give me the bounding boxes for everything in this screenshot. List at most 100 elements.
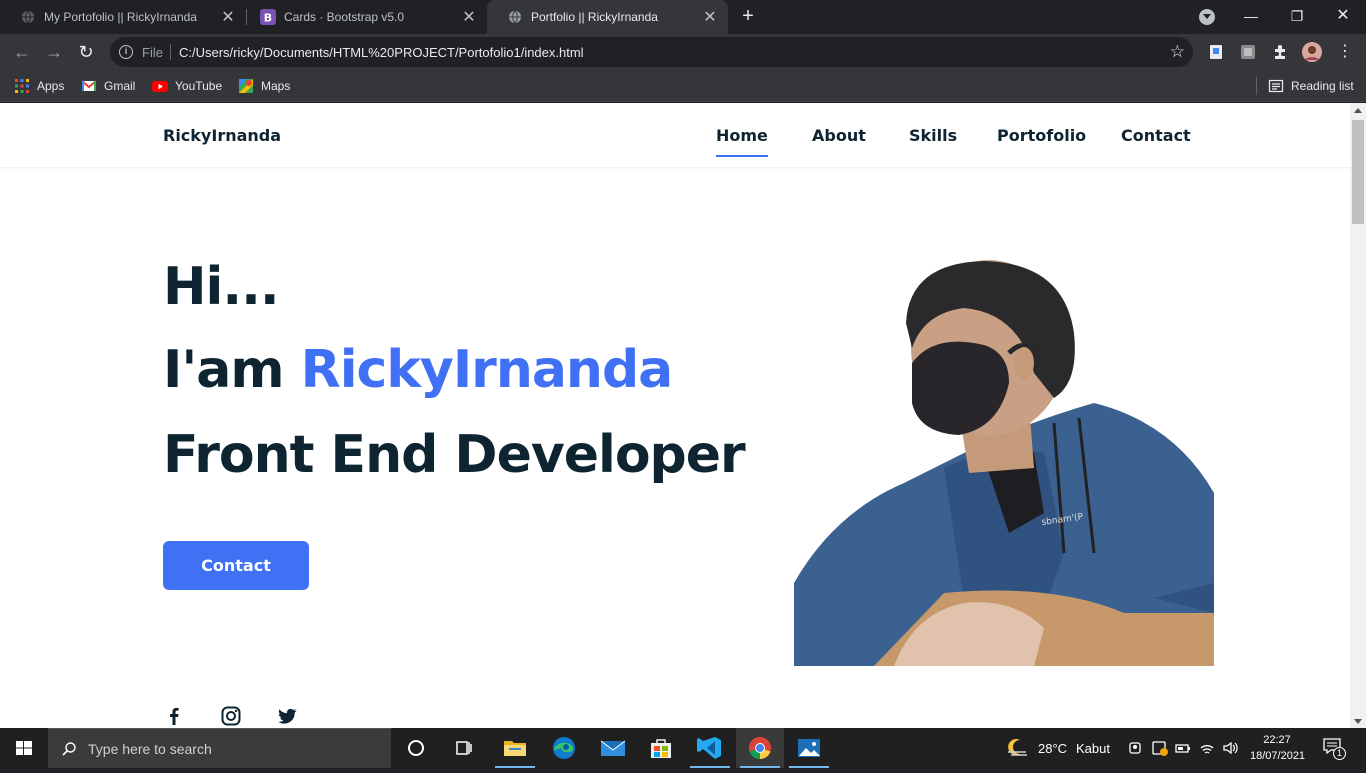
- menu-kebab-icon[interactable]: ⋮: [1332, 39, 1358, 65]
- scroll-thumb[interactable]: [1352, 120, 1364, 224]
- weather-fog-icon[interactable]: [1006, 737, 1030, 759]
- mail-icon: [600, 740, 626, 756]
- info-icon[interactable]: i: [119, 45, 133, 59]
- taskbar-chrome[interactable]: [736, 728, 784, 768]
- bootstrap-icon: B: [260, 9, 276, 25]
- weather-condition[interactable]: Kabut: [1076, 741, 1110, 756]
- site-navbar: RickyIrnanda Home About Skills Portofoli…: [0, 103, 1350, 168]
- taskbar-store[interactable]: [637, 728, 685, 768]
- apps-grid-icon: [14, 78, 30, 94]
- tab-my-portofolio[interactable]: My Portofolio || RickyIrnanda ✕: [0, 0, 246, 34]
- nav-link-skills[interactable]: Skills: [909, 126, 957, 145]
- browser-toolbar: ← → ↻ i File C:/Users/ricky/Documents/HT…: [0, 34, 1366, 70]
- extension-icon[interactable]: [1240, 44, 1256, 60]
- facebook-icon[interactable]: [163, 705, 185, 727]
- close-tab-icon[interactable]: ✕: [459, 7, 479, 27]
- hero-greeting: Hi...: [163, 257, 280, 317]
- restore-button[interactable]: ❐: [1274, 0, 1320, 34]
- profile-avatar[interactable]: [1302, 42, 1322, 62]
- bookmark-apps[interactable]: Apps: [14, 77, 64, 95]
- nav-link-contact[interactable]: Contact: [1121, 126, 1191, 145]
- hero-intro-prefix: I'am: [163, 340, 301, 400]
- security-warning-icon[interactable]: [1151, 739, 1169, 757]
- people-icon[interactable]: [1128, 740, 1142, 756]
- start-button[interactable]: [0, 728, 48, 768]
- instagram-icon[interactable]: [220, 705, 242, 727]
- bookmarks-divider: [1256, 77, 1257, 95]
- hero-intro: I'am RickyIrnanda: [163, 340, 674, 400]
- nav-link-about[interactable]: About: [812, 126, 866, 145]
- battery-icon[interactable]: [1175, 740, 1191, 756]
- address-bar[interactable]: i File C:/Users/ricky/Documents/HTML%20P…: [110, 37, 1193, 67]
- page-scrollbar[interactable]: [1350, 103, 1366, 728]
- tab-bootstrap-cards[interactable]: B Cards · Bootstrap v5.0 ✕: [240, 0, 487, 34]
- gmail-icon: [81, 78, 97, 94]
- svg-text:B: B: [264, 12, 272, 25]
- hero-role: Front End Developer: [163, 425, 746, 485]
- url-text[interactable]: C:/Users/ricky/Documents/HTML%20PROJECT/…: [179, 45, 584, 60]
- bookmark-label: Maps: [261, 79, 291, 93]
- profile-photo: sbnam'(P: [794, 260, 1214, 666]
- volume-icon[interactable]: [1222, 740, 1240, 756]
- close-tab-icon[interactable]: ✕: [218, 7, 238, 27]
- tab-strip: My Portofolio || RickyIrnanda ✕ B Cards …: [0, 0, 1366, 34]
- task-view-icon: [456, 741, 472, 755]
- tab-title: My Portofolio || RickyIrnanda: [44, 10, 197, 24]
- notification-center-button[interactable]: 1: [1318, 738, 1348, 760]
- tab-portfolio-active[interactable]: Portfolio || RickyIrnanda ✕: [487, 0, 728, 34]
- reading-list-icon: [1268, 78, 1284, 94]
- hero-name: RickyIrnanda: [300, 340, 674, 400]
- bookmark-gmail[interactable]: Gmail: [81, 77, 135, 95]
- tab-search-icon[interactable]: [1199, 9, 1215, 25]
- bookmark-star-icon[interactable]: ☆: [1170, 42, 1185, 62]
- chrome-icon: [748, 736, 771, 760]
- bookmark-maps[interactable]: Maps: [238, 77, 290, 95]
- youtube-icon: [152, 78, 168, 94]
- clock-time: 22:27: [1263, 734, 1291, 746]
- folder-icon: [504, 741, 526, 756]
- windows-logo-icon: [16, 741, 32, 755]
- taskbar-file-explorer[interactable]: [491, 728, 539, 768]
- twitter-icon[interactable]: [276, 705, 298, 727]
- globe-icon: [20, 9, 36, 25]
- vscode-icon: [697, 737, 721, 759]
- taskbar-edge[interactable]: [540, 728, 588, 768]
- reload-icon[interactable]: ↻: [73, 39, 99, 65]
- scroll-up-arrow-icon[interactable]: [1354, 108, 1362, 113]
- close-window-button[interactable]: ✕: [1320, 0, 1366, 34]
- address-divider: [170, 44, 171, 60]
- scroll-down-arrow-icon[interactable]: [1354, 719, 1362, 724]
- site-brand[interactable]: RickyIrnanda: [163, 126, 281, 145]
- bookmark-label: Apps: [37, 79, 65, 93]
- task-view-button[interactable]: [440, 728, 488, 768]
- taskbar-photos[interactable]: [785, 728, 833, 768]
- new-tab-button[interactable]: +: [737, 5, 759, 27]
- reading-list-button[interactable]: Reading list: [1268, 77, 1354, 95]
- weather-temperature[interactable]: 28°C: [1038, 741, 1067, 756]
- bookmark-youtube[interactable]: YouTube: [152, 77, 222, 95]
- nav-link-portofolio[interactable]: Portofolio: [997, 126, 1086, 145]
- photos-icon: [798, 739, 820, 757]
- wifi-icon[interactable]: [1199, 740, 1215, 756]
- minimize-button[interactable]: —: [1228, 0, 1274, 34]
- edge-icon: [553, 737, 575, 759]
- nav-link-home[interactable]: Home: [716, 126, 768, 157]
- system-clock[interactable]: 22:27 18/07/2021: [1250, 732, 1305, 764]
- bookmarks-bar: Apps Gmail YouTube Maps Reading list: [0, 70, 1366, 102]
- close-tab-icon[interactable]: ✕: [700, 7, 720, 27]
- scheme-label: File: [142, 45, 163, 60]
- tab-title: Portfolio || RickyIrnanda: [531, 10, 658, 24]
- contact-button[interactable]: Contact: [163, 541, 309, 590]
- extension-icon[interactable]: [1208, 44, 1224, 60]
- back-arrow-icon[interactable]: ←: [9, 39, 35, 65]
- puzzle-icon[interactable]: [1272, 44, 1288, 60]
- page-viewport: RickyIrnanda Home About Skills Portofoli…: [0, 103, 1350, 728]
- forward-arrow-icon[interactable]: →: [41, 39, 67, 65]
- taskbar-mail[interactable]: [589, 728, 637, 768]
- globe-icon: [507, 9, 523, 25]
- cortana-button[interactable]: [392, 728, 440, 768]
- taskbar-vscode[interactable]: [686, 728, 734, 768]
- taskbar-search-box[interactable]: Type here to search: [48, 728, 391, 768]
- reading-list-label: Reading list: [1291, 79, 1354, 93]
- search-icon: [62, 742, 76, 756]
